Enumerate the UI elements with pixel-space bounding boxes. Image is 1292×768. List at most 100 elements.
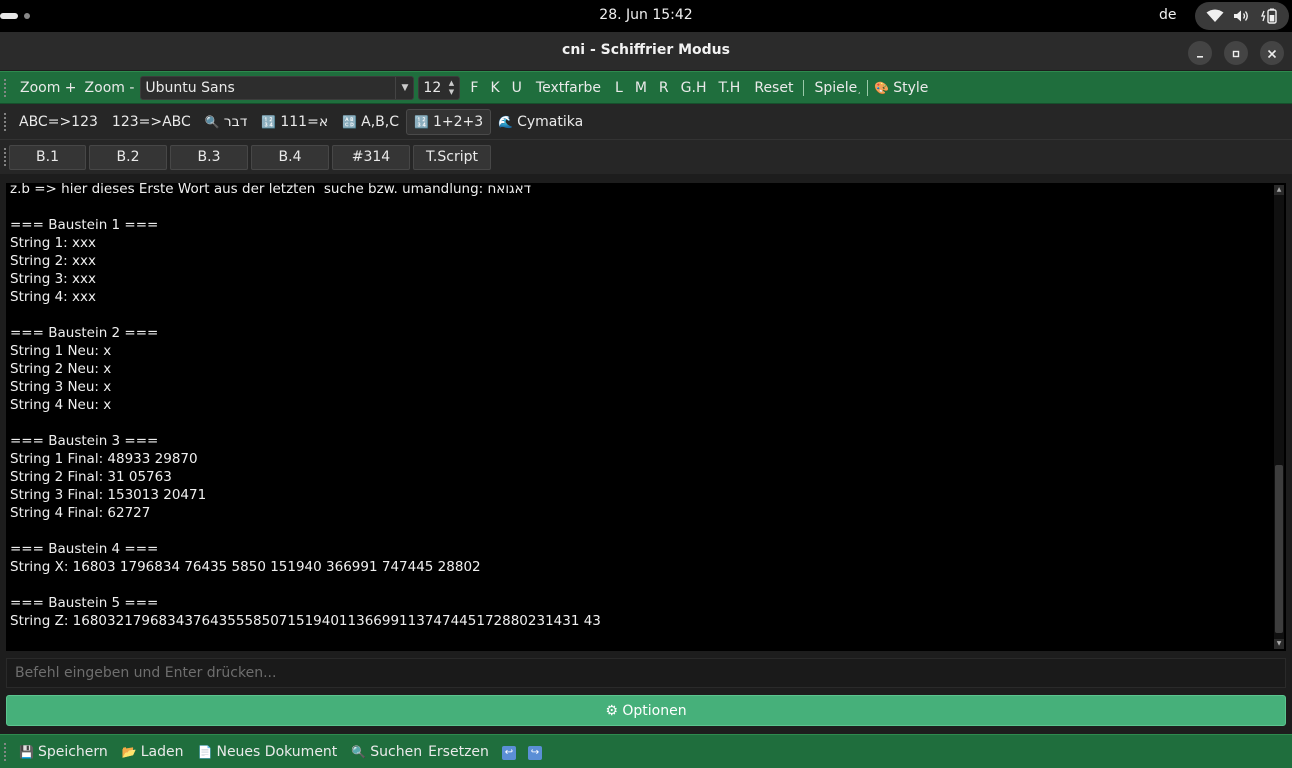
folder-open-icon: 📂 — [121, 744, 137, 759]
reset-button[interactable]: Reset — [746, 80, 801, 96]
th-button[interactable]: T.H — [712, 80, 746, 96]
replace-button[interactable]: Ersetzen — [424, 744, 496, 760]
document-icon: 📄 — [197, 744, 213, 759]
pi-button[interactable]: #314 — [332, 144, 410, 170]
games-menu-button[interactable]: Spiele¸ — [806, 80, 865, 96]
editor-content[interactable]: z.b => hier dieses Erste Wort aus der le… — [10, 183, 601, 630]
zoom-out-button[interactable]: Zoom - — [85, 80, 139, 96]
align-left-button[interactable]: L — [609, 80, 629, 96]
cymatika-button[interactable]: 🌊 Cymatika — [491, 114, 590, 130]
abc-list-button[interactable]: 🔠 A,B,C — [335, 114, 406, 130]
toolbar-grip[interactable] — [3, 147, 7, 167]
align-middle-button[interactable]: M — [629, 80, 653, 96]
new-document-button[interactable]: 📄 Neues Dokument — [191, 744, 345, 760]
zoom-in-button[interactable]: Zoom + — [12, 80, 85, 96]
keyboard-layout-indicator[interactable]: de — [1159, 7, 1177, 23]
floppy-disk-icon: 💾 — [19, 744, 34, 759]
clock[interactable]: 28. Jun 15:42 — [593, 5, 698, 25]
editor-line: === Baustein 4 === — [10, 541, 159, 557]
abc-to-number-button[interactable]: ABC=>123 — [12, 114, 105, 130]
style-button[interactable]: 🎨 Style — [870, 80, 936, 96]
toolbar-separator — [803, 79, 805, 96]
scroll-down-icon[interactable]: ▼ — [1274, 639, 1284, 649]
minimize-button[interactable] — [1188, 41, 1212, 65]
text-editor[interactable]: z.b => hier dieses Erste Wort aus der le… — [6, 183, 1286, 651]
underline-button[interactable]: U — [506, 80, 528, 96]
gh-button[interactable]: G.H — [675, 80, 713, 96]
window-title-bar[interactable]: cni - Schiffrier Modus — [0, 32, 1292, 70]
scrollbar-thumb[interactable] — [1275, 465, 1283, 633]
toolbar-grip[interactable] — [3, 111, 7, 132]
editor-line: String X: 16803 1796834 76435 5850 15194… — [10, 559, 481, 575]
editor-line: === Baustein 1 === — [10, 217, 159, 233]
editor-line: String 2 Neu: x — [10, 361, 112, 377]
sum-button[interactable]: 🔢 1+2+3 — [406, 108, 492, 135]
vertical-scrollbar[interactable]: ▲ ▼ — [1274, 185, 1284, 649]
save-button[interactable]: 💾 Speichern — [12, 744, 115, 760]
undo-button[interactable]: ↩ — [496, 743, 522, 760]
spin-arrows-icon[interactable]: ▲ ▼ — [445, 79, 457, 97]
toolbar-grip[interactable] — [3, 77, 7, 98]
scroll-up-icon[interactable]: ▲ — [1274, 185, 1284, 195]
b4-button[interactable]: B.4 — [251, 144, 329, 170]
font-size-spinbox[interactable]: 12 ▲ ▼ — [418, 75, 461, 100]
file-toolbar: 💾 Speichern 📂 Laden 📄 Neues Dokument 🔍 Suche… — [0, 734, 1292, 768]
baustein-toolbar: B.1 B.2 B.3 B.4 #314 T.Script — [0, 140, 1292, 174]
b2-button[interactable]: B.2 — [89, 144, 167, 170]
aleph-111-label: א=111 — [280, 113, 329, 130]
b3-button[interactable]: B.3 — [170, 144, 248, 170]
editor-line: String Z: 168032179683437643555850715194… — [10, 613, 601, 629]
minimize-icon — [1195, 44, 1205, 63]
maximize-icon — [1231, 44, 1241, 63]
magnifier-icon: 🔍 — [204, 114, 220, 129]
load-button[interactable]: 📂 Laden — [115, 744, 191, 760]
b1-button[interactable]: B.1 — [9, 144, 86, 170]
toolbar-grip[interactable] — [3, 741, 7, 762]
battery-icon — [1260, 8, 1278, 24]
search-button[interactable]: 🔍 Suchen — [344, 744, 424, 760]
tscript-button[interactable]: T.Script — [413, 144, 491, 170]
font-family-select[interactable]: Ubuntu Sans ▼ — [140, 75, 415, 100]
close-button[interactable] — [1260, 41, 1284, 65]
number-to-abc-button[interactable]: 123=>ABC — [105, 114, 198, 130]
editor-line: z.b => hier dieses Erste Wort aus der le… — [10, 183, 531, 197]
games-label: Spiele — [814, 79, 858, 96]
editor-line: String 1: xxx — [10, 235, 96, 251]
search-label: Suchen — [370, 743, 423, 760]
workspace-indicator-active[interactable] — [0, 13, 18, 19]
italic-button[interactable]: K — [484, 80, 505, 96]
redo-icon: ↪ — [527, 746, 542, 760]
font-family-value: Ubuntu Sans — [145, 79, 235, 96]
system-status-menu[interactable] — [1195, 2, 1289, 30]
command-input[interactable]: Befehl eingeben und Enter drücken... — [6, 658, 1286, 688]
system-top-bar: 28. Jun 15:42 de — [0, 0, 1292, 32]
hebrew-search-button[interactable]: 🔍 דבר — [198, 114, 255, 130]
save-label: Speichern — [37, 743, 108, 760]
volume-icon — [1233, 9, 1251, 23]
options-label: ⚙ Optionen — [605, 702, 687, 719]
editor-line: String 3: xxx — [10, 271, 96, 287]
workspace-indicator[interactable] — [24, 13, 30, 19]
magnifier-icon: 🔍 — [351, 744, 367, 759]
align-right-button[interactable]: R — [653, 80, 675, 96]
palette-icon: 🎨 — [874, 80, 890, 95]
maximize-button[interactable] — [1224, 41, 1248, 65]
numbers-icon: 🔢 — [261, 114, 277, 129]
window-title: cni - Schiffrier Modus — [562, 42, 730, 58]
sum-label: 1+2+3 — [432, 113, 484, 130]
font-size-value: 12 — [423, 79, 442, 96]
text-color-button[interactable]: Textfarbe — [528, 80, 609, 96]
menu-indicator-icon: ¸ — [857, 84, 862, 94]
editor-line: === Baustein 5 === — [10, 595, 159, 611]
redo-button[interactable]: ↪ — [522, 743, 548, 760]
conversion-toolbar: ABC=>123 123=>ABC 🔍 דבר 🔢 א=111 🔠 A,B,C 🔢 1+… — [0, 104, 1292, 140]
load-label: Laden — [140, 743, 184, 760]
new-document-label: Neues Dokument — [216, 743, 338, 760]
bold-button[interactable]: F — [464, 80, 484, 96]
aleph-111-button[interactable]: 🔢 א=111 — [254, 114, 335, 130]
cymatika-label: Cymatika — [517, 113, 584, 130]
options-button[interactable]: ⚙ Optionen — [6, 695, 1286, 726]
